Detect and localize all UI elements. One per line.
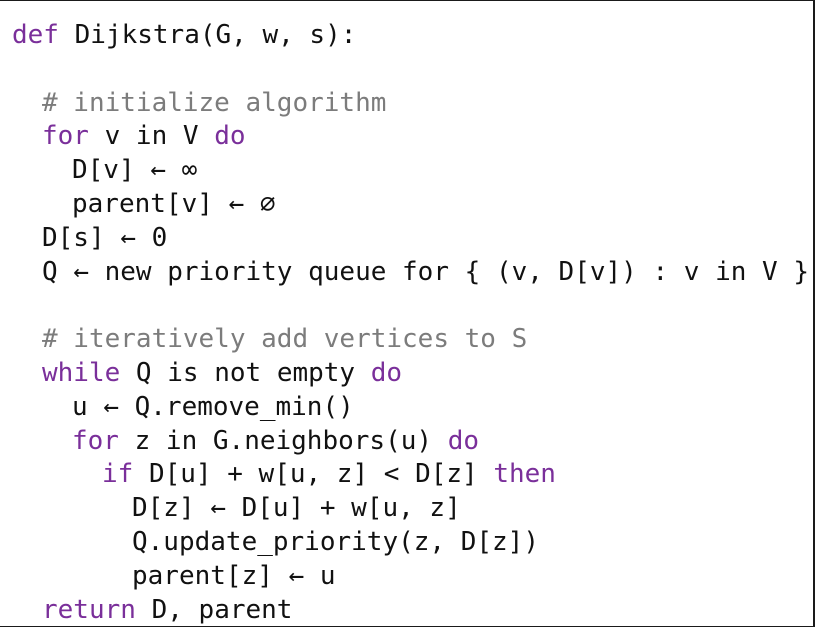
code-line: Q ← new priority queue for { (v, D[v]) :…: [12, 256, 809, 290]
code-line: # iteratively add vertices to S: [12, 323, 809, 357]
code-token: Q ← new priority queue for { (v, D[v]) :…: [42, 256, 810, 287]
keyword-token: def: [12, 20, 59, 50]
comment-token: # iteratively add vertices to S: [42, 324, 528, 355]
code-line: D[z] ← D[u] + w[u, z]: [12, 492, 809, 526]
code-token: u ← Q.remove_min(): [72, 391, 354, 422]
keyword-token: do: [447, 425, 480, 456]
code-line: parent[z] ← u: [12, 560, 809, 594]
keyword-token: do: [370, 357, 403, 388]
code-token: parent[z] ← u: [132, 560, 336, 591]
comment-token: # initialize algorithm: [42, 87, 387, 118]
code-line: if D[u] + w[u, z] < D[z] then: [12, 458, 809, 492]
keyword-token: do: [214, 121, 246, 152]
code-line: parent[v] ← ∅: [12, 188, 809, 222]
code-frame: def Dijkstra(G, w, s): # initialize algor…: [0, 0, 815, 627]
code-line: def Dijkstra(G, w, s):: [12, 19, 809, 53]
code-token: D[z] ← D[u] + w[u, z]: [132, 493, 461, 524]
code-line: while Q is not empty do: [12, 357, 809, 391]
keyword-token: for: [42, 121, 89, 152]
code-token: Dijkstra(G, w, s):: [58, 20, 357, 50]
keyword-token: then: [493, 459, 556, 490]
keyword-token: if: [102, 459, 134, 490]
keyword-token: return: [42, 594, 136, 625]
code-token: z in G.neighbors(u): [118, 425, 448, 456]
code-line: return D, parent: [12, 594, 809, 627]
code-line: for z in G.neighbors(u) do: [12, 425, 809, 459]
code-line: u ← Q.remove_min(): [12, 391, 809, 425]
code-token: Q.update_priority(z, D[z]): [132, 526, 539, 557]
code-token: D[v] ← ∞: [72, 155, 198, 186]
code-token: D[s] ← 0: [42, 222, 168, 253]
code-token: D[u] + w[u, z] < D[z]: [133, 459, 494, 490]
code-line: Q.update_priority(z, D[z]): [12, 526, 809, 560]
keyword-token: while: [42, 357, 121, 388]
code-block: def Dijkstra(G, w, s): # initialize algor…: [12, 19, 809, 627]
code-line: D[v] ← ∞: [12, 154, 809, 188]
code-line: for v in V do: [12, 120, 809, 154]
code-token: D, parent: [135, 594, 293, 625]
code-token: v in V: [88, 121, 215, 152]
code-token: Q is not empty: [120, 357, 371, 388]
code-token: parent[v] ← ∅: [72, 188, 276, 219]
code-line: # initialize algorithm: [12, 87, 809, 121]
keyword-token: for: [72, 425, 119, 456]
code-line: D[s] ← 0: [12, 222, 809, 256]
